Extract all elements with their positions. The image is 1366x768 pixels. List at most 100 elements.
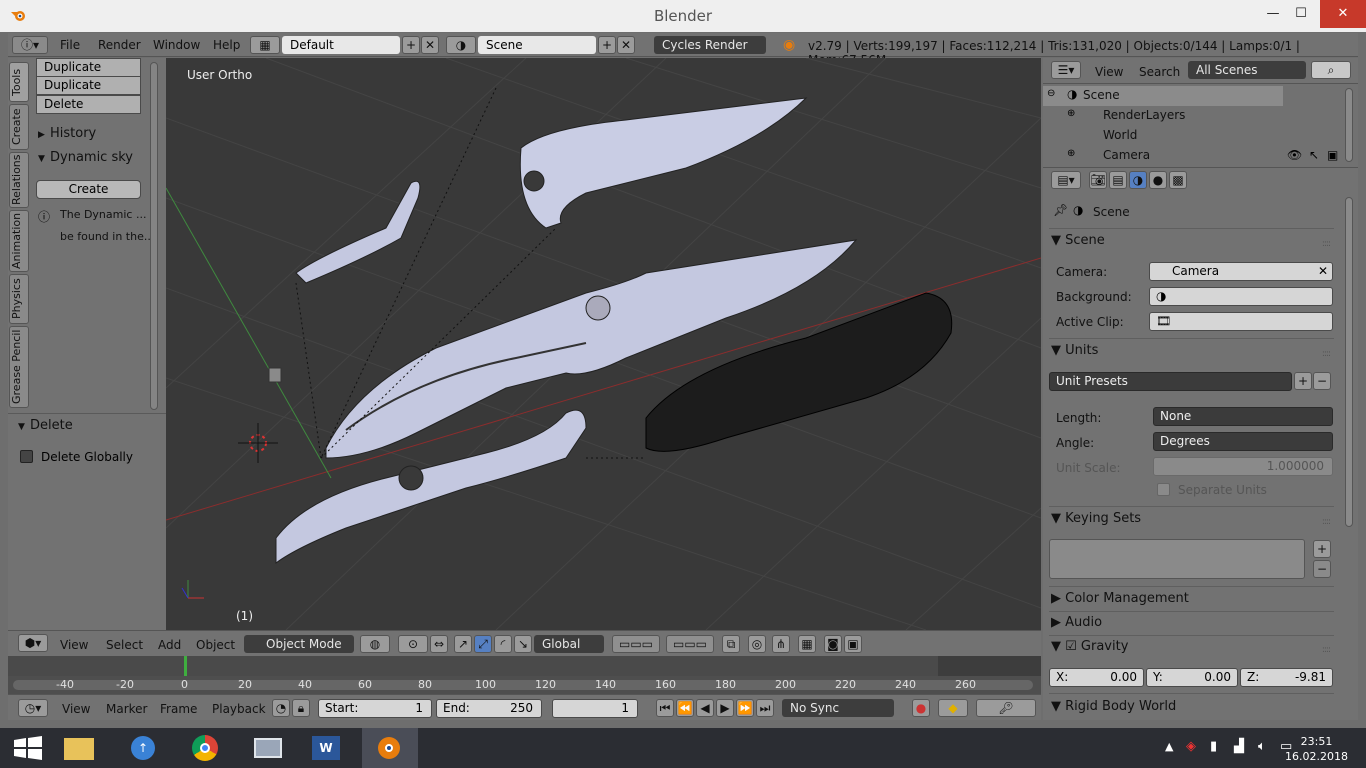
remove-keying-set-button[interactable]: −: [1313, 560, 1331, 578]
gravity-panel-header[interactable]: ▼ ☑ Gravity: [1051, 639, 1128, 654]
expand-icon[interactable]: ⊕: [1067, 108, 1075, 119]
length-select[interactable]: None: [1153, 407, 1333, 426]
panel-grip-icon[interactable]: ::::: [1322, 349, 1331, 359]
scene-icon[interactable]: ◑: [446, 36, 476, 54]
delete-button[interactable]: Delete: [36, 95, 141, 114]
tool-shelf-scrollbar[interactable]: [150, 62, 158, 410]
scene-tab-icon[interactable]: ◑: [1129, 171, 1147, 189]
editor-type-properties-button[interactable]: ▤▾: [1051, 171, 1081, 189]
delete-scene-button[interactable]: ✕: [617, 36, 635, 54]
snap-toggle-icon[interactable]: ⋔: [772, 635, 790, 653]
end-frame-field[interactable]: End: 250: [436, 699, 542, 718]
render-engine-select[interactable]: Cycles Render: [654, 36, 766, 54]
shading-mode-button[interactable]: ◍: [360, 635, 390, 653]
use-preview-range-icon[interactable]: ◔: [272, 699, 290, 717]
tab-animation[interactable]: Animation: [9, 210, 29, 272]
menu-render[interactable]: Render: [98, 38, 141, 52]
show-hidden-icons[interactable]: ▲: [1165, 740, 1173, 753]
transform-orientation-select[interactable]: Global: [534, 635, 604, 653]
timeline-scrollbar[interactable]: [13, 680, 1033, 690]
current-frame-marker[interactable]: [184, 656, 187, 676]
angle-select[interactable]: Degrees: [1153, 432, 1333, 451]
render-camera-icon[interactable]: ▣: [1327, 148, 1338, 162]
render-layers-tab-icon[interactable]: ▤: [1109, 171, 1127, 189]
camera-field[interactable]: Camera ✕: [1149, 262, 1333, 281]
world-tab-icon[interactable]: ●: [1149, 171, 1167, 189]
scale-manipulator-icon[interactable]: ◜: [494, 635, 512, 653]
layer-buttons-1[interactable]: ▭▭▭: [612, 635, 660, 653]
menu-file[interactable]: File: [60, 38, 80, 52]
rotate-manipulator-icon[interactable]: ⤢: [474, 635, 492, 653]
delete-panel-header[interactable]: ▼ Delete: [12, 418, 122, 440]
background-field[interactable]: ◑: [1149, 287, 1333, 306]
keying-sets-panel-header[interactable]: ▼ Keying Sets: [1051, 511, 1141, 526]
word-icon[interactable]: W: [300, 728, 356, 768]
record-icon[interactable]: ●: [912, 699, 930, 717]
pivot-point-button[interactable]: ⊙: [398, 635, 428, 653]
menu-select[interactable]: Select: [106, 638, 143, 652]
menu-window[interactable]: Window: [153, 38, 200, 52]
scene-panel-header[interactable]: ▼ Scene: [1051, 233, 1105, 248]
object-mode-select[interactable]: Object Mode: [244, 635, 354, 653]
outliner-item-camera[interactable]: Camera: [1103, 148, 1150, 162]
translate-manipulator-icon[interactable]: ↗: [454, 635, 472, 653]
tab-tools[interactable]: Tools: [9, 62, 29, 102]
cloud-upload-icon[interactable]: ↑: [115, 728, 171, 768]
add-screen-button[interactable]: +: [402, 36, 420, 54]
tab-create[interactable]: Create: [9, 104, 29, 150]
timeline-ruler[interactable]: -40 -20 0 20 40 60 80 100 120 140 160 18…: [8, 676, 1041, 694]
menu-help[interactable]: Help: [213, 38, 240, 52]
dynamic-sky-panel-header[interactable]: ▼ Dynamic sky: [32, 150, 142, 172]
selectable-arrow-icon[interactable]: ↖: [1309, 148, 1319, 162]
visibility-eye-icon[interactable]: 👁︎: [1287, 148, 1302, 162]
antivirus-tray-icon[interactable]: ◈: [1186, 739, 1196, 754]
rigid-body-panel-header[interactable]: ▼ Rigid Body World: [1051, 699, 1176, 714]
opengl-anim-icon[interactable]: ▣: [844, 635, 862, 653]
screen-layout-field[interactable]: Default: [282, 36, 400, 54]
timeline-menu-playback[interactable]: Playback: [212, 702, 266, 716]
outliner-menu-search[interactable]: Search: [1139, 65, 1180, 79]
menu-object[interactable]: Object: [196, 638, 235, 652]
manipulator-toggle[interactable]: ⇔: [430, 635, 448, 653]
display-mode-select[interactable]: All Scenes: [1188, 61, 1306, 79]
duplicate-linked-button[interactable]: Duplicate Linked: [36, 76, 141, 109]
outliner-item-scene[interactable]: Scene: [1083, 88, 1120, 102]
gravity-z-field[interactable]: Z: -9.81: [1240, 668, 1333, 687]
collapse-icon[interactable]: ⊖: [1047, 88, 1055, 99]
layer-buttons-2[interactable]: ▭▭▭: [666, 635, 714, 653]
power-tray-icon[interactable]: ▮: [1210, 739, 1217, 754]
delete-screen-button[interactable]: ✕: [421, 36, 439, 54]
menu-view[interactable]: View: [60, 638, 88, 652]
next-keyframe-icon[interactable]: ⏩: [736, 699, 754, 717]
create-sky-button[interactable]: Create: [36, 180, 141, 199]
chrome-icon[interactable]: [178, 728, 234, 768]
editor-type-3d-view-button[interactable]: ⬢▾: [18, 634, 48, 652]
panel-grip-icon[interactable]: ::::: [1322, 645, 1331, 655]
prev-keyframe-icon[interactable]: ⏪: [676, 699, 694, 717]
jump-end-icon[interactable]: ⏭: [756, 699, 774, 717]
texture-tab-icon[interactable]: ▩: [1169, 171, 1187, 189]
file-explorer-icon[interactable]: [52, 728, 108, 768]
outliner-menu-view[interactable]: View: [1095, 65, 1123, 79]
screen-layout-icon[interactable]: ▦: [250, 36, 280, 54]
volume-tray-icon[interactable]: 🔈︎: [1258, 739, 1266, 754]
start-button[interactable]: [0, 728, 56, 768]
keying-set-field[interactable]: 🔑︎: [976, 699, 1036, 717]
lock-layers-icon[interactable]: ⧉: [722, 635, 740, 653]
remove-preset-button[interactable]: −: [1313, 372, 1331, 390]
close-button[interactable]: ✕: [1320, 0, 1366, 28]
color-management-panel-header[interactable]: ▶ Color Management: [1051, 591, 1189, 606]
play-icon[interactable]: ▶: [716, 699, 734, 717]
opengl-render-icon[interactable]: ◙: [824, 635, 842, 653]
add-scene-button[interactable]: +: [598, 36, 616, 54]
tab-relations[interactable]: Relations: [9, 152, 29, 208]
tab-grease-pencil[interactable]: Grease Pencil: [9, 326, 29, 408]
timeline-menu-view[interactable]: View: [62, 702, 90, 716]
maximize-button[interactable]: ☐: [1278, 0, 1324, 28]
keying-sets-list[interactable]: [1049, 539, 1305, 579]
menu-add[interactable]: Add: [158, 638, 181, 652]
delete-globally-checkbox[interactable]: [20, 450, 33, 463]
outliner-item-world[interactable]: World: [1103, 128, 1137, 142]
editor-type-outliner-button[interactable]: ☰▾: [1051, 61, 1081, 79]
sync-mode-select[interactable]: No Sync: [782, 699, 894, 717]
